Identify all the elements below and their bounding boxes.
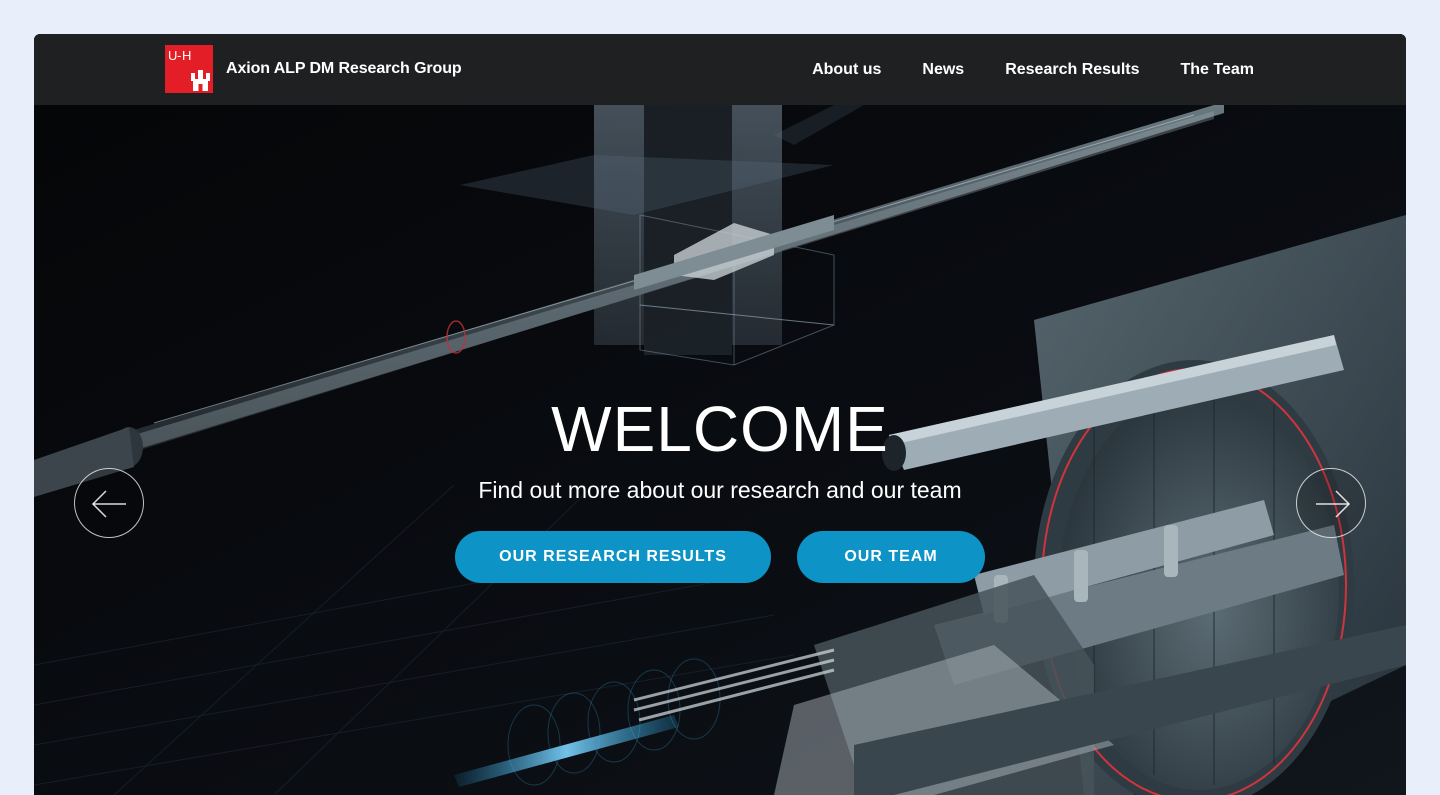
nav-news[interactable]: News [922,61,964,79]
carousel-next-button[interactable] [1296,468,1366,538]
navbar: U - H Axion ALP DM Research Group About … [34,34,1406,105]
hero-title: WELCOME [551,393,889,465]
nav-the-team[interactable]: The Team [1181,61,1255,79]
nav-about-us[interactable]: About us [812,61,881,79]
site-frame: U - H Axion ALP DM Research Group About … [34,34,1406,795]
main-nav: About us News Research Results The Team [771,34,1254,105]
svg-text:-: - [177,48,181,63]
brand-title: Axion ALP DM Research Group [226,60,462,77]
arrow-right-icon [1316,490,1351,518]
hero-carousel: WELCOME Find out more about our research… [34,105,1406,795]
arrow-left-icon [91,490,126,518]
svg-text:H: H [182,48,191,63]
carousel-prev-button[interactable] [74,468,144,538]
hero-subtitle: Find out more about our research and our… [478,477,962,503]
uhh-logo: U - H [165,45,213,93]
our-team-button[interactable]: OUR TEAM [797,531,985,583]
research-results-button[interactable]: OUR RESEARCH RESULTS [455,531,771,583]
nav-research-results[interactable]: Research Results [1005,61,1139,79]
svg-text:U: U [168,48,177,63]
brand-link[interactable]: U - H Axion ALP DM Research Group [165,45,462,93]
